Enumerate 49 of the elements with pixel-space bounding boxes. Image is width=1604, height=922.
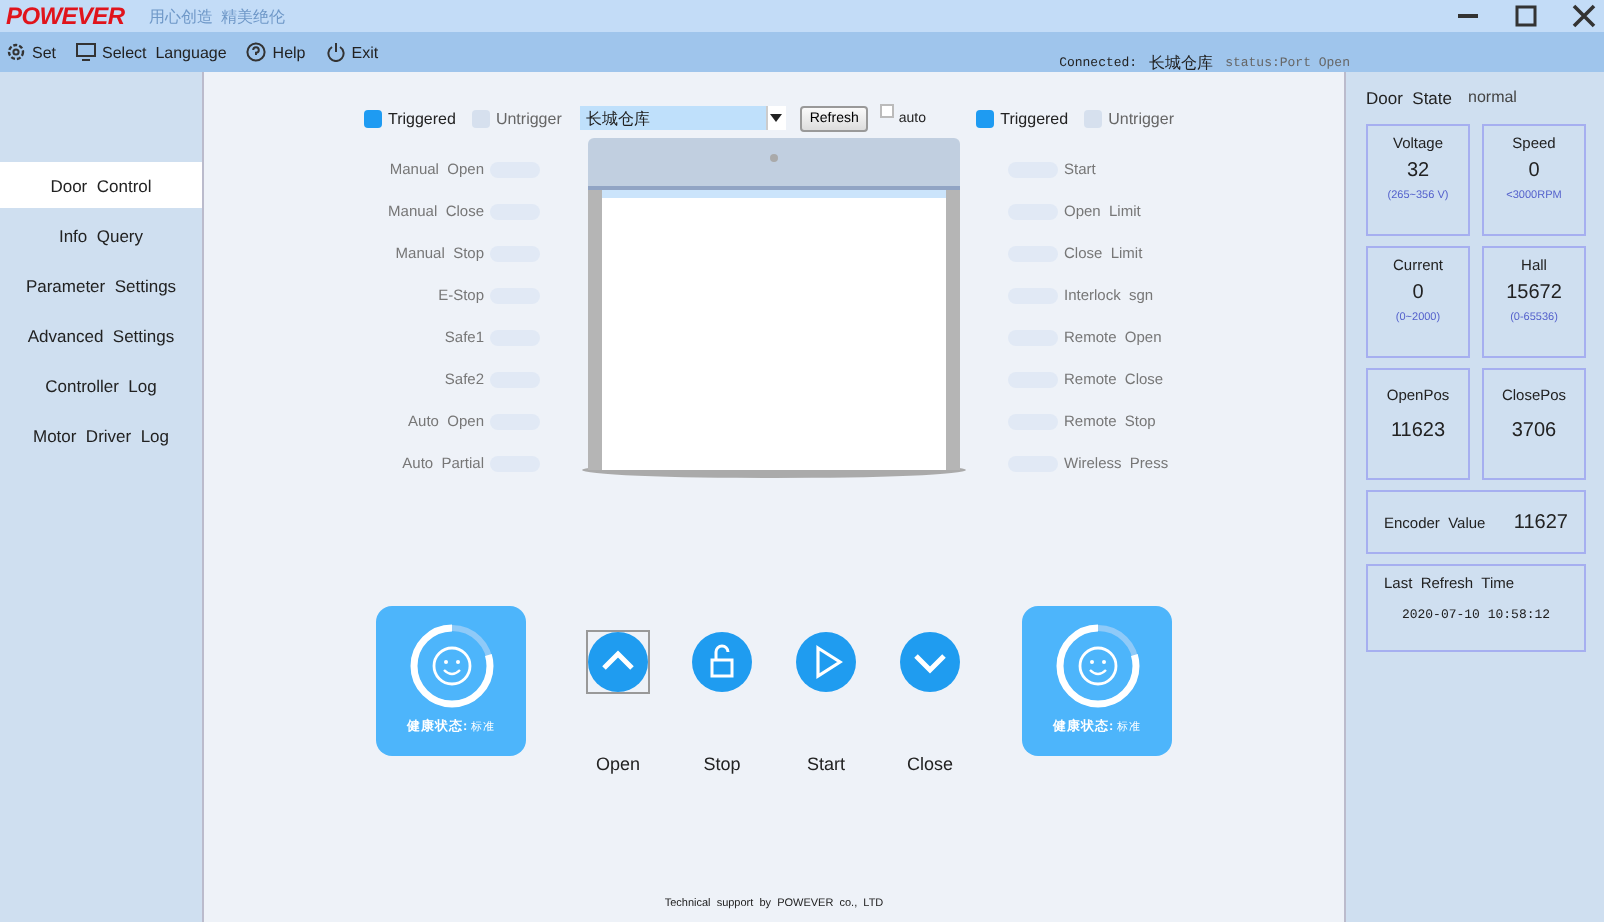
control-label: Open: [595, 754, 641, 774]
reading-value: 11623: [1390, 420, 1446, 442]
door-state-label: Door State: [1366, 88, 1452, 108]
nav-item[interactable]: Door Control: [0, 162, 202, 208]
monitor-icon[interactable]: [76, 42, 97, 62]
site-dropdown[interactable]: 长城仓库: [579, 106, 786, 130]
reading-value: 32: [1406, 160, 1430, 182]
slogan: 用心创造 精美绝伦: [148, 5, 286, 27]
menu-item[interactable]: Set: [32, 43, 57, 61]
untriggered-swatch: [471, 109, 490, 127]
control-label: Close: [906, 754, 953, 774]
nav-item[interactable]: Info Query: [0, 212, 202, 258]
auto-checkbox[interactable]: [880, 104, 895, 118]
legend-label: Untrigger: [1108, 109, 1174, 127]
menu-item[interactable]: Help: [272, 43, 306, 61]
triggered-swatch: [976, 109, 995, 127]
encoder-value: 11627: [1513, 511, 1568, 533]
help-icon[interactable]: [246, 42, 267, 62]
maximize-icon[interactable]: [1514, 4, 1538, 28]
close-button[interactable]: [898, 630, 962, 694]
close-icon[interactable]: [1572, 4, 1596, 28]
settings-icon[interactable]: [6, 42, 26, 62]
gauge-icon: [407, 622, 495, 710]
legend-label: Untrigger: [495, 109, 562, 127]
start-button[interactable]: [794, 630, 858, 694]
gauge-icon: [1053, 622, 1141, 710]
power-icon[interactable]: [325, 42, 346, 62]
menu-item[interactable]: Select Language: [102, 43, 227, 61]
menu-item[interactable]: Exit: [351, 43, 379, 61]
stop-button[interactable]: [690, 630, 754, 694]
caret-icon: [770, 114, 783, 122]
reading-value: 3706: [1511, 420, 1557, 442]
nav-item[interactable]: Controller Log: [0, 362, 202, 408]
nav-item[interactable]: Parameter Settings: [0, 262, 202, 308]
nav-item[interactable]: Motor Driver Log: [0, 412, 202, 458]
nav-item[interactable]: Advanced Settings: [0, 312, 202, 358]
reading-value: 15672: [1506, 282, 1562, 304]
control-label: Stop: [703, 754, 741, 774]
untriggered-swatch: [1084, 109, 1103, 127]
reading-value: 0: [1412, 282, 1424, 304]
open-button[interactable]: [586, 630, 650, 694]
logo: POWEVER: [6, 2, 125, 30]
triggered-swatch: [364, 109, 382, 127]
connected-site: 长城仓库: [1149, 51, 1214, 73]
legend-label: Triggered: [1000, 109, 1069, 127]
reading-value: 0: [1528, 160, 1540, 182]
legend-label: Triggered: [388, 109, 456, 127]
control-label: Start: [806, 754, 845, 774]
door-state-value: normal: [1468, 88, 1517, 108]
